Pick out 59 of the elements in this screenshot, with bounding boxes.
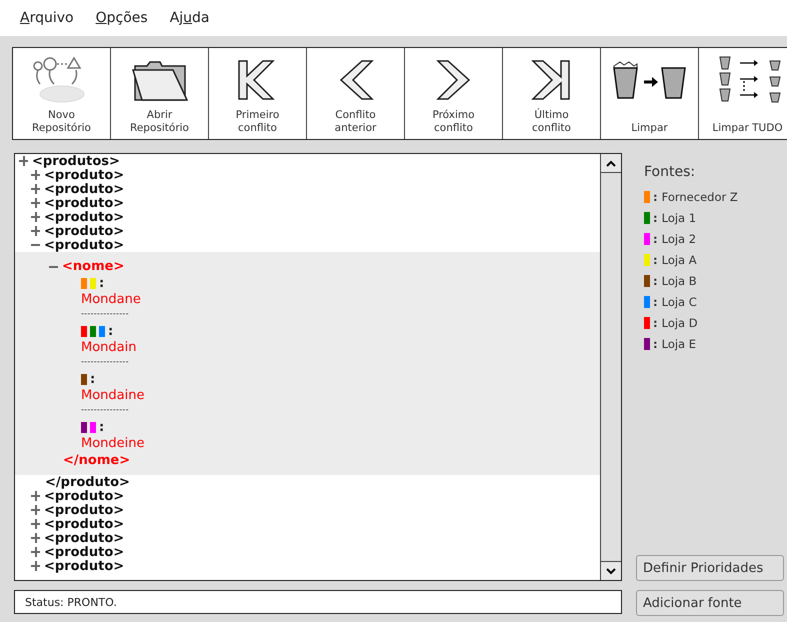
status-bar: Status: PRONTO.: [14, 590, 622, 614]
colon: :: [653, 190, 658, 204]
source-name: Fornecedor Z: [662, 190, 738, 204]
element-tag[interactable]: <produto>: [44, 558, 124, 574]
colon: :: [99, 420, 104, 434]
element-tag[interactable]: <produto>: [44, 168, 124, 182]
element-tag[interactable]: <produto>: [44, 196, 124, 210]
source-name: Loja C: [662, 294, 697, 308]
expand-icon[interactable]: [31, 491, 40, 501]
expand-icon[interactable]: [31, 212, 40, 222]
action-button[interactable]: Definir Prioridades: [636, 555, 784, 581]
element-tag[interactable]: <produto>: [44, 544, 124, 560]
closing-tag: </nome>: [63, 453, 130, 468]
action-button[interactable]: Adicionar fonte: [636, 590, 784, 616]
expand-icon[interactable]: [31, 533, 40, 543]
element-tag[interactable]: <produto>: [44, 502, 124, 518]
expand-icon[interactable]: [19, 156, 28, 166]
menu-item[interactable]: Ajuda: [170, 10, 210, 26]
expand-icon[interactable]: [31, 184, 40, 194]
source-name: Loja A: [662, 252, 697, 266]
element-tag[interactable]: <produto>: [44, 210, 124, 224]
separator-line: ---------------: [81, 308, 130, 320]
expand-icon[interactable]: [31, 170, 40, 180]
expand-icon[interactable]: [31, 519, 40, 529]
colon: :: [653, 252, 658, 266]
separator-line: ---------------: [81, 404, 130, 416]
colon: :: [653, 274, 658, 288]
element-tag[interactable]: <produto>: [44, 530, 124, 546]
expand-icon[interactable]: [31, 547, 40, 557]
menu-item[interactable]: Arquivo: [20, 10, 74, 26]
expand-icon[interactable]: [31, 226, 40, 236]
scrollbar[interactable]: [600, 154, 621, 580]
element-tag[interactable]: <produto>: [44, 238, 124, 252]
element-tag[interactable]: <produtos>: [32, 154, 120, 168]
element-tag[interactable]: <produto>: [44, 182, 124, 196]
separator-line: ---------------: [81, 356, 130, 368]
expand-icon[interactable]: [31, 505, 40, 515]
panel-title: Fontes:: [644, 164, 696, 180]
colon: :: [108, 324, 114, 338]
element-tag[interactable]: <produto>: [44, 224, 124, 238]
menu-item[interactable]: Opções: [96, 10, 148, 26]
colon: :: [90, 372, 96, 386]
source-name: Loja E: [662, 336, 696, 350]
colon: :: [653, 336, 658, 350]
closing-tag: </produto>: [45, 474, 130, 490]
element-tag[interactable]: <produto>: [44, 516, 124, 532]
source-name: Loja D: [662, 316, 698, 330]
source-name: Loja 2: [662, 232, 696, 246]
expand-icon[interactable]: [31, 198, 40, 208]
colon: :: [653, 294, 658, 308]
source-name: Loja 1: [662, 210, 696, 224]
colon: :: [653, 232, 658, 246]
source-name: Loja B: [662, 274, 697, 288]
colon: :: [653, 316, 658, 330]
colon: :: [99, 276, 104, 290]
expand-icon[interactable]: [31, 561, 40, 571]
colon: :: [653, 210, 658, 224]
element-tag[interactable]: <produto>: [44, 488, 124, 504]
bucket-clear-icon: [612, 60, 688, 100]
